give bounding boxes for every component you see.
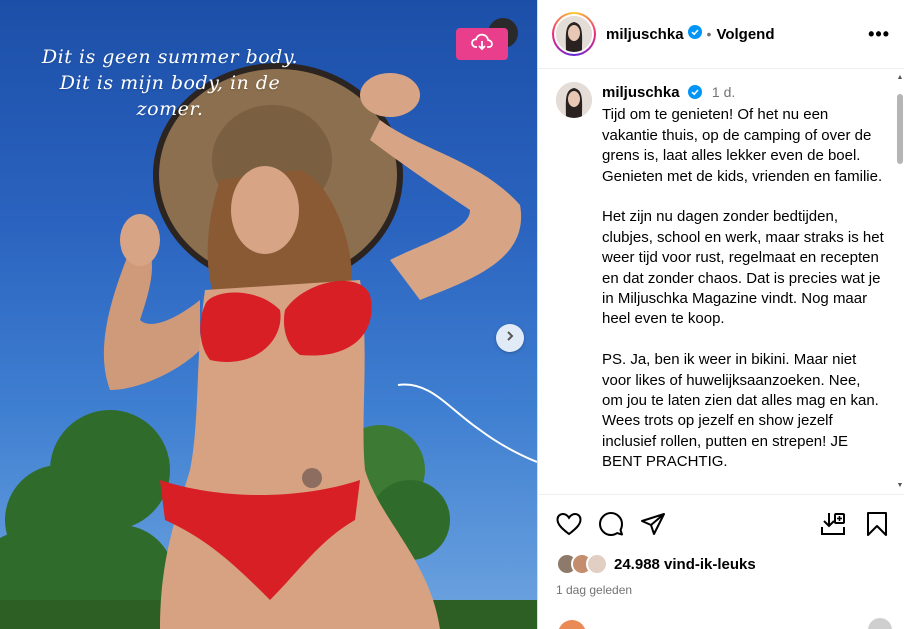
likes-count[interactable]: 24.988 vind-ik-leuks [614, 556, 756, 573]
scroll-up-icon[interactable]: ▲ [896, 74, 904, 82]
avatar [556, 16, 592, 52]
caption-paragraph: PS. Ja, ben ik weer in bikini. Maar niet… [602, 351, 879, 471]
action-icons [556, 509, 888, 539]
verified-icon [687, 24, 702, 44]
more-options-button[interactable]: ••• [868, 24, 890, 45]
bookmark-icon[interactable] [866, 511, 888, 537]
caption-avatar[interactable] [556, 82, 592, 118]
emoji-icon[interactable] [868, 618, 892, 629]
post-side-panel: miljuschka • Volgend ••• miljuschka 1 d.… [537, 0, 904, 629]
heart-icon[interactable] [556, 512, 582, 536]
scroll-down-icon[interactable]: ▼ [896, 482, 904, 490]
story-ring[interactable] [552, 12, 596, 56]
save-image-button[interactable] [456, 28, 508, 60]
caption-paragraph: Het zijn nu dagen zonder bedtijden, club… [602, 208, 884, 328]
likes-row[interactable]: 24.988 vind-ik-leuks [556, 553, 888, 575]
following-button[interactable]: Volgend [716, 26, 774, 43]
cloud-download-icon [471, 33, 493, 56]
liker-avatar [586, 553, 608, 575]
send-icon[interactable] [640, 512, 666, 536]
post-timestamp[interactable]: 1 dag geleden [556, 583, 888, 597]
post-header: miljuschka • Volgend ••• [538, 0, 904, 69]
caption-row: miljuschka 1 d. Tijd om te genieten! Of … [556, 82, 884, 493]
post-actions: 24.988 vind-ik-leuks 1 dag geleden [538, 494, 904, 597]
comment-icon[interactable] [598, 511, 624, 537]
overlay-caption: Dit is geen summer body. Dit is mijn bod… [41, 46, 299, 120]
caption-text: Tijd om te genieten! Of het nu een vakan… [602, 105, 884, 472]
caption-username[interactable]: miljuschka [602, 84, 680, 101]
scrollbar-thumb[interactable] [897, 94, 903, 164]
caption-time[interactable]: 1 d. [712, 84, 735, 100]
caption-scrollbar[interactable]: ▲ ▼ [896, 74, 904, 490]
verified-icon [687, 85, 702, 105]
caption-area[interactable]: miljuschka 1 d. Tijd om te genieten! Of … [538, 70, 898, 494]
next-slide-button[interactable] [496, 324, 524, 352]
header-separator: • [706, 26, 712, 42]
caption-body: miljuschka 1 d. Tijd om te genieten! Of … [602, 82, 884, 493]
header-username[interactable]: miljuschka [606, 26, 684, 43]
caption-paragraph: Tijd om te genieten! Of het nu een vakan… [602, 106, 883, 185]
comment-box-avatar [558, 620, 586, 629]
chevron-right-icon [504, 329, 516, 347]
post-media[interactable]: Dit is geen summer body. Dit is mijn bod… [0, 0, 537, 629]
download-icon[interactable] [820, 511, 846, 537]
